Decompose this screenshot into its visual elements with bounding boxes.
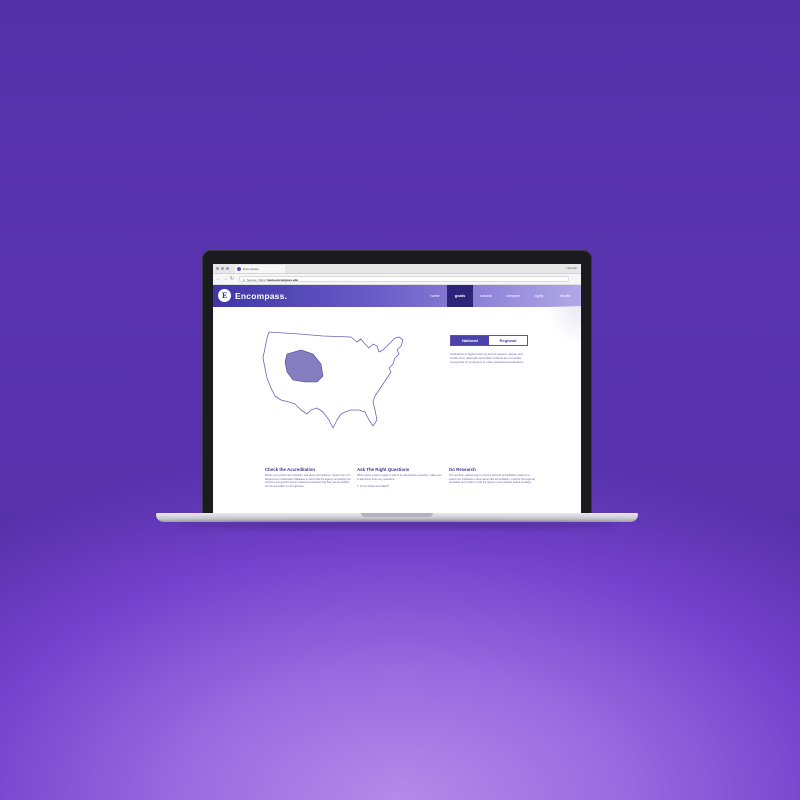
url-bar[interactable]: ● Secure | https://www.encompass.edu (239, 276, 569, 282)
address-toolbar: ← → ↻ ● Secure | https://www.encompass.ed… (213, 274, 581, 285)
nav-results[interactable]: results (551, 285, 579, 307)
url-prefix: https:// (258, 278, 268, 282)
close-window-icon[interactable] (216, 267, 219, 270)
column-title: Check the Accreditation (265, 467, 316, 472)
tab-title: Encompass (243, 267, 259, 271)
back-arrow-icon[interactable]: ← (216, 275, 221, 283)
nav-schools[interactable]: schools (473, 285, 499, 307)
forward-arrow-icon[interactable]: → (223, 275, 228, 283)
maximize-window-icon[interactable] (226, 267, 229, 270)
reload-icon[interactable]: ↻ (230, 275, 234, 283)
browser-window: Encompass Hannah ← → ↻ ● Secure | https:/… (213, 264, 581, 514)
laptop-lid: Encompass Hannah ← → ↻ ● Secure | https:/… (202, 250, 592, 514)
column-list-item: 1. Is this school accredited? (357, 485, 390, 489)
us-map[interactable] (261, 324, 409, 432)
secure-label: Secure (246, 278, 257, 282)
minimize-window-icon[interactable] (221, 267, 224, 270)
nav-home[interactable]: home (423, 285, 447, 307)
map-scope-toggle: National Regional (450, 335, 528, 346)
site-header: E Encompass. home goals schools compare … (213, 285, 581, 307)
column-check-accreditation: Check the Accreditation Before you enrol… (265, 467, 351, 488)
browser-titlebar: Encompass Hannah (213, 264, 581, 274)
decorative-shape (547, 306, 581, 346)
nav-goals[interactable]: goals (447, 285, 473, 307)
url-host: www.encompass.edu (267, 278, 299, 282)
column-title: Do Research (449, 467, 476, 472)
site-brand[interactable]: Encompass. (235, 290, 287, 302)
laptop-notch (361, 513, 433, 517)
profile-name[interactable]: Hannah (566, 264, 577, 273)
toggle-national[interactable]: National (451, 336, 489, 345)
laptop-shadow (176, 522, 618, 528)
map-description: Institutions of higher learning across r… (450, 352, 524, 364)
column-do-research: Do Research The quickest, easiest way to… (449, 467, 535, 485)
column-ask-questions: Ask The Right Questions When you're read… (357, 467, 443, 489)
column-body: The quickest, easiest way to check a sch… (449, 474, 535, 485)
column-body: Before you enroll in an institution, ask… (265, 474, 351, 488)
column-body: When you're ready to apply or talk to an… (357, 474, 442, 481)
toggle-regional[interactable]: Regional (489, 336, 527, 345)
lock-icon: ● (243, 278, 245, 282)
favicon-icon (237, 267, 241, 271)
site-logo[interactable]: E (218, 289, 231, 302)
laptop-mockup: Encompass Hannah ← → ↻ ● Secure | https:/… (156, 250, 638, 530)
browser-tab[interactable]: Encompass (235, 265, 285, 273)
nav-compare[interactable]: compare (499, 285, 527, 307)
column-title: Ask The Right Questions (357, 467, 410, 472)
nav-apply[interactable]: apply (527, 285, 551, 307)
highlighted-region (284, 349, 324, 383)
us-map-outline (262, 331, 404, 429)
